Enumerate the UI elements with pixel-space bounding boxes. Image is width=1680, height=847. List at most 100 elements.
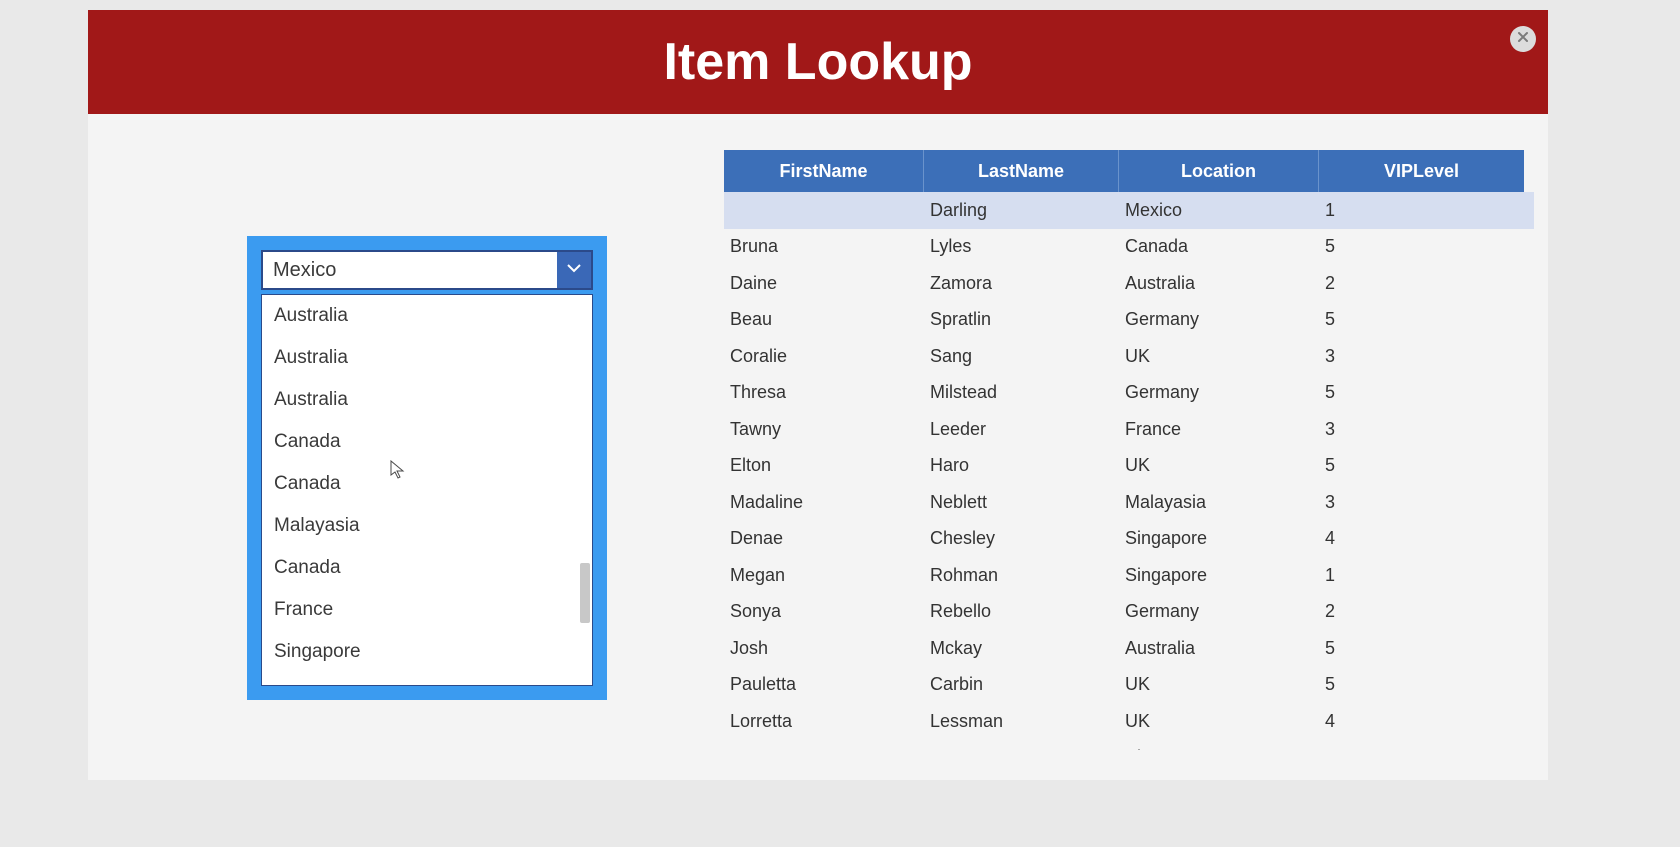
cell-location: Australia <box>1119 630 1319 667</box>
table-row[interactable]: CoralieSangUK3 <box>724 338 1534 375</box>
cell-firstname: Beau <box>724 302 924 339</box>
combobox-option[interactable]: Malayasia <box>262 505 592 547</box>
column-header-location[interactable]: Location <box>1119 150 1319 192</box>
combobox-option[interactable]: Singapore <box>262 631 592 673</box>
table-row[interactable]: MadalineNeblettMalayasia3 <box>724 484 1534 521</box>
cell-location: Mexico <box>1119 192 1319 229</box>
cell-viplevel: 3 <box>1319 484 1524 521</box>
cell-viplevel: 2 <box>1319 594 1524 631</box>
cell-firstname: Daine <box>724 265 924 302</box>
cell-location: UK <box>1119 448 1319 485</box>
cell-viplevel: 3 <box>1319 338 1524 375</box>
combobox-input-row[interactable]: Mexico <box>261 250 593 290</box>
combobox-option[interactable]: Australia <box>262 337 592 379</box>
cell-viplevel: 5 <box>1319 302 1524 339</box>
cell-location: UK <box>1119 667 1319 704</box>
table-row[interactable]: DenaeChesleySingapore4 <box>724 521 1534 558</box>
combobox-option[interactable]: Canada <box>262 421 592 463</box>
cell-location: UK <box>1119 338 1319 375</box>
cell-viplevel: 5 <box>1319 375 1524 412</box>
cell-lastname: Rebello <box>924 594 1119 631</box>
column-header-firstname[interactable]: FirstName <box>724 150 924 192</box>
close-button[interactable] <box>1510 26 1536 52</box>
cell-location: Germany <box>1119 302 1319 339</box>
cell-lastname: Lessman <box>924 703 1119 740</box>
cell-viplevel: 3 <box>1319 740 1524 751</box>
table-row[interactable]: BrunaLylesCanada5 <box>724 229 1534 266</box>
close-icon <box>1517 30 1529 48</box>
cell-lastname: Darling <box>924 192 1119 229</box>
cell-lastname: Mckay <box>924 630 1119 667</box>
table-row[interactable]: MeganRohmanSingapore1 <box>724 557 1534 594</box>
table-row[interactable]: DarlingMexico1 <box>724 192 1534 229</box>
combobox-selected-value[interactable]: Mexico <box>263 252 557 288</box>
cell-location: Singapore <box>1119 521 1319 558</box>
table-row[interactable]: DaineZamoraAustralia2 <box>724 265 1534 302</box>
cell-lastname: Rohman <box>924 557 1119 594</box>
combobox-option[interactable]: Canada <box>262 463 592 505</box>
cell-firstname: Bruna <box>724 229 924 266</box>
cell-location: Malayasia <box>1119 484 1319 521</box>
page-title: Item Lookup <box>663 32 972 92</box>
column-header-lastname[interactable]: LastName <box>924 150 1119 192</box>
cell-firstname: Elton <box>724 448 924 485</box>
cell-lastname: Leeder <box>924 411 1119 448</box>
cell-viplevel: 5 <box>1319 448 1524 485</box>
cell-lastname: Haro <box>924 448 1119 485</box>
combobox-scrollbar-thumb[interactable] <box>580 563 590 623</box>
cell-viplevel: 1 <box>1319 192 1524 229</box>
cell-firstname: Coralie <box>724 338 924 375</box>
cell-firstname: Megan <box>724 557 924 594</box>
table-row[interactable]: NamMerazSingapore3 <box>724 740 1534 751</box>
location-combobox[interactable]: Mexico AustraliaAustraliaAustraliaCanada… <box>247 236 607 700</box>
cell-firstname: Sonya <box>724 594 924 631</box>
cell-firstname: Lorretta <box>724 703 924 740</box>
table-row[interactable]: JoshMckayAustralia5 <box>724 630 1534 667</box>
cell-viplevel: 5 <box>1319 667 1524 704</box>
cell-lastname: Meraz <box>924 740 1119 751</box>
table-row[interactable]: TawnyLeederFrance3 <box>724 411 1534 448</box>
combobox-option[interactable]: Australia <box>262 379 592 421</box>
cell-lastname: Milstead <box>924 375 1119 412</box>
combobox-option[interactable]: France <box>262 589 592 631</box>
cell-location: Australia <box>1119 265 1319 302</box>
cell-lastname: Carbin <box>924 667 1119 704</box>
cell-firstname: Josh <box>724 630 924 667</box>
cell-lastname: Chesley <box>924 521 1119 558</box>
cell-location: France <box>1119 411 1319 448</box>
cell-lastname: Sang <box>924 338 1119 375</box>
cell-viplevel: 1 <box>1319 557 1524 594</box>
table-row[interactable]: SonyaRebelloGermany2 <box>724 594 1534 631</box>
cell-firstname <box>724 192 924 229</box>
cell-viplevel: 4 <box>1319 703 1524 740</box>
app-viewport: Item Lookup Mexico AustraliaAustraliaAus… <box>0 0 1680 847</box>
cell-viplevel: 5 <box>1319 229 1524 266</box>
table-row[interactable]: BeauSpratlinGermany5 <box>724 302 1534 339</box>
title-bar: Item Lookup <box>88 10 1548 114</box>
chevron-down-icon <box>566 260 582 281</box>
cell-location: UK <box>1119 703 1319 740</box>
cell-location: Germany <box>1119 594 1319 631</box>
cell-location: Canada <box>1119 229 1319 266</box>
combobox-toggle[interactable] <box>557 252 591 288</box>
table-row[interactable]: LorrettaLessmanUK4 <box>724 703 1534 740</box>
combobox-option[interactable]: Canada <box>262 547 592 589</box>
table-row[interactable]: PaulettaCarbinUK5 <box>724 667 1534 704</box>
combobox-dropdown: AustraliaAustraliaAustraliaCanadaCanadaM… <box>261 294 593 686</box>
table-row[interactable]: ThresaMilsteadGermany5 <box>724 375 1534 412</box>
cell-location: Singapore <box>1119 740 1319 751</box>
combobox-scrollbar[interactable] <box>580 299 590 681</box>
table-row[interactable]: EltonHaroUK5 <box>724 448 1534 485</box>
cell-lastname: Spratlin <box>924 302 1119 339</box>
cell-location: Singapore <box>1119 557 1319 594</box>
cell-viplevel: 4 <box>1319 521 1524 558</box>
cell-firstname: Tawny <box>724 411 924 448</box>
combobox-option[interactable]: Australia <box>262 295 592 337</box>
table-header-row: FirstName LastName Location VIPLevel <box>724 150 1534 192</box>
cell-lastname: Lyles <box>924 229 1119 266</box>
combobox-option-list[interactable]: AustraliaAustraliaAustraliaCanadaCanadaM… <box>262 295 592 685</box>
cell-viplevel: 3 <box>1319 411 1524 448</box>
column-header-viplevel[interactable]: VIPLevel <box>1319 150 1524 192</box>
item-lookup-panel: Item Lookup Mexico AustraliaAustraliaAus… <box>88 10 1548 780</box>
cell-viplevel: 2 <box>1319 265 1524 302</box>
